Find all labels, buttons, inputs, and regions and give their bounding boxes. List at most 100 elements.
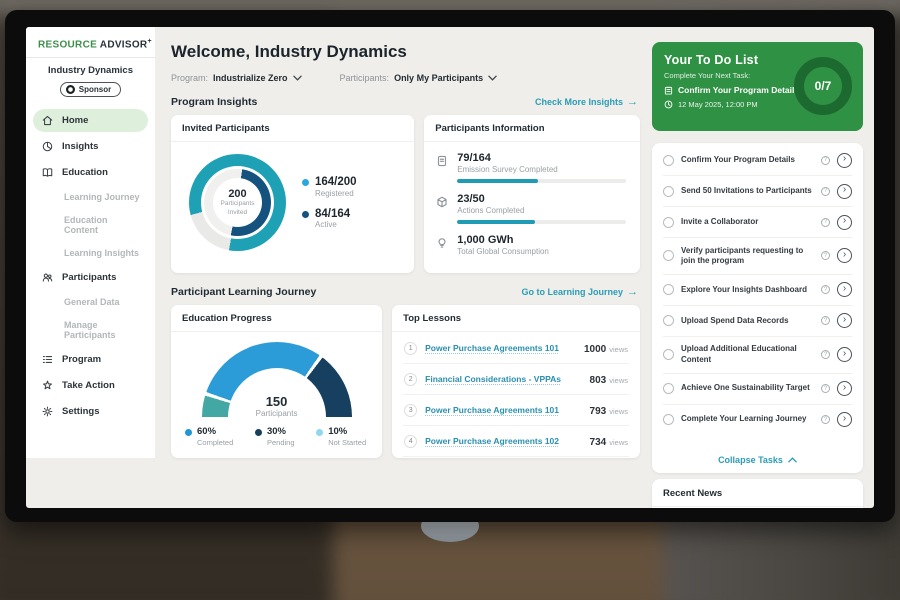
help-icon[interactable]: ? [821, 384, 830, 393]
stat-label: Emission Survey Completed [457, 165, 626, 174]
legend-text: 84/164Active [315, 208, 350, 230]
task-checkbox[interactable] [663, 349, 674, 360]
task-checkbox[interactable] [663, 186, 674, 197]
legend-value: 164/200 [315, 176, 357, 189]
task-checkbox[interactable] [663, 250, 674, 261]
participants-information-title: Participants Information [424, 115, 640, 142]
task-chevron-right-button[interactable]: › [837, 381, 852, 396]
legend-text: 30%Pending [267, 427, 295, 447]
task-checkbox[interactable] [663, 383, 674, 394]
sidebar-item-settings[interactable]: Settings [33, 400, 148, 423]
participants-filter-dropdown[interactable]: Participants: Only My Participants [340, 73, 498, 83]
legend-percent: 10% [328, 427, 366, 438]
gauge-center-value: 150 [202, 394, 352, 409]
help-icon[interactable]: ? [821, 187, 830, 196]
task-checkbox[interactable] [663, 284, 674, 295]
lesson-link[interactable]: Power Purchase Agreements 102 [425, 436, 581, 446]
legend-percent: 60% [197, 427, 233, 438]
sidebar-item-label: Education [62, 167, 108, 178]
sidebar-item-learning-journey[interactable]: Learning Journey [33, 187, 148, 207]
task-label: Explore Your Insights Dashboard [681, 285, 814, 295]
sidebar-divider [26, 57, 155, 58]
education-gauge-legend: 60%Completed30%Pending10%Not Started [171, 418, 382, 447]
help-icon[interactable]: ? [821, 316, 830, 325]
help-icon[interactable]: ? [821, 156, 830, 165]
recent-news-title: Recent News [652, 479, 863, 507]
help-icon[interactable]: ? [821, 218, 830, 227]
sidebar-item-insights[interactable]: Insights [33, 135, 148, 158]
check-more-insights-link[interactable]: Check More Insights → [535, 97, 638, 107]
go-to-learning-journey-link[interactable]: Go to Learning Journey → [521, 287, 638, 297]
lesson-row: 1Power Purchase Agreements 1011000views [403, 333, 629, 364]
program-filter-dropdown[interactable]: Program: Industrialize Zero [171, 73, 302, 83]
lesson-views-value: 734 [590, 437, 607, 448]
legend-text: 164/200Registered [315, 176, 357, 198]
lesson-rank-badge: 4 [404, 435, 417, 448]
participants-icon [41, 271, 54, 284]
gauge-legend-item: 60%Completed [185, 427, 233, 447]
legend-dot-icon [255, 429, 262, 436]
task-chevron-right-button[interactable]: › [837, 248, 852, 263]
task-chevron-right-button[interactable]: › [837, 282, 852, 297]
task-label: Upload Additional Educational Content [681, 344, 814, 365]
task-chevron-right-button[interactable]: › [837, 347, 852, 362]
todo-header-card: Your To Do List Complete Your Next Task:… [652, 42, 863, 131]
program-icon [41, 353, 54, 366]
sidebar-item-general-data[interactable]: General Data [33, 292, 148, 312]
lesson-views-value: 1000 [584, 344, 606, 355]
help-icon[interactable]: ? [821, 415, 830, 424]
task-chevron-right-button[interactable]: › [837, 153, 852, 168]
participants-filter-value: Only My Participants [394, 73, 483, 83]
help-icon[interactable]: ? [821, 251, 830, 260]
collapse-tasks-link[interactable]: Collapse Tasks [663, 448, 852, 467]
education-progress-title: Education Progress [171, 305, 382, 332]
go-to-learning-journey-label: Go to Learning Journey [521, 287, 623, 297]
todo-task-row: Confirm Your Program Details?› [663, 145, 852, 176]
sidebar-item-manage-participants[interactable]: Manage Participants [33, 315, 148, 345]
sidebar-item-education-content[interactable]: Education Content [33, 210, 148, 240]
sidebar-item-take-action[interactable]: Take Action [33, 374, 148, 397]
legend-dot-icon [185, 429, 192, 436]
todo-task-row: Invite a Collaborator?› [663, 207, 852, 238]
main-content: Welcome, Industry Dynamics Program: Indu… [155, 27, 652, 508]
todo-task-row: Upload Additional Educational Content? › [663, 337, 852, 374]
lesson-link[interactable]: Power Purchase Agreements 101 [425, 405, 581, 415]
sidebar-item-participants[interactable]: Participants [33, 266, 148, 289]
invited-participants-title: Invited Participants [171, 115, 414, 142]
task-checkbox[interactable] [663, 155, 674, 166]
task-checkbox[interactable] [663, 414, 674, 425]
monitor-bezel: RESOURCE ADVISOR+ Industry Dynamics Spon… [5, 10, 895, 522]
sidebar-item-education[interactable]: Education [33, 161, 148, 184]
progress-fill [457, 179, 538, 183]
page-title: Welcome, Industry Dynamics [171, 42, 640, 62]
legend-label: Completed [197, 438, 233, 447]
sidebar-item-program[interactable]: Program [33, 348, 148, 371]
sidebar-item-home[interactable]: Home [33, 109, 148, 132]
sidebar-item-label: Participants [62, 272, 116, 283]
lesson-link[interactable]: Power Purchase Agreements 101 [425, 343, 576, 353]
task-chevron-right-button[interactable]: › [837, 412, 852, 427]
stat-body: 1,000 GWhTotal Global Consumption [457, 234, 626, 256]
lesson-views-value: 793 [590, 406, 607, 417]
task-checkbox[interactable] [663, 315, 674, 326]
task-chevron-right-button[interactable]: › [837, 215, 852, 230]
task-checkbox[interactable] [663, 217, 674, 228]
learning-journey-header: Participant Learning Journey Go to Learn… [171, 286, 638, 298]
task-label: Verify participants requesting to join t… [681, 246, 814, 267]
task-chevron-right-button[interactable]: › [837, 184, 852, 199]
task-label: Complete Your Learning Journey [681, 414, 814, 424]
donut-center-label: Participants Invited [213, 200, 262, 217]
legend-label: Active [315, 220, 350, 229]
todo-next-task-label: Confirm Your Program Details [678, 85, 799, 95]
task-chevron-right-button[interactable]: › [837, 313, 852, 328]
sidebar-nav: Home Insights Education Learning Journey Edu… [26, 109, 155, 423]
arrow-right-icon: → [627, 288, 638, 297]
help-icon[interactable]: ? [821, 285, 830, 294]
lesson-link[interactable]: Financial Considerations - VPPAs [425, 374, 581, 384]
todo-task-row: Complete Your Learning Journey? › [663, 405, 852, 435]
sidebar-item-learning-insights[interactable]: Learning Insights [33, 243, 148, 263]
filter-bar: Program: Industrialize Zero Participants… [171, 73, 640, 83]
clock-icon [664, 100, 673, 109]
help-icon[interactable]: ? [821, 350, 830, 359]
insights-icon [41, 140, 54, 153]
